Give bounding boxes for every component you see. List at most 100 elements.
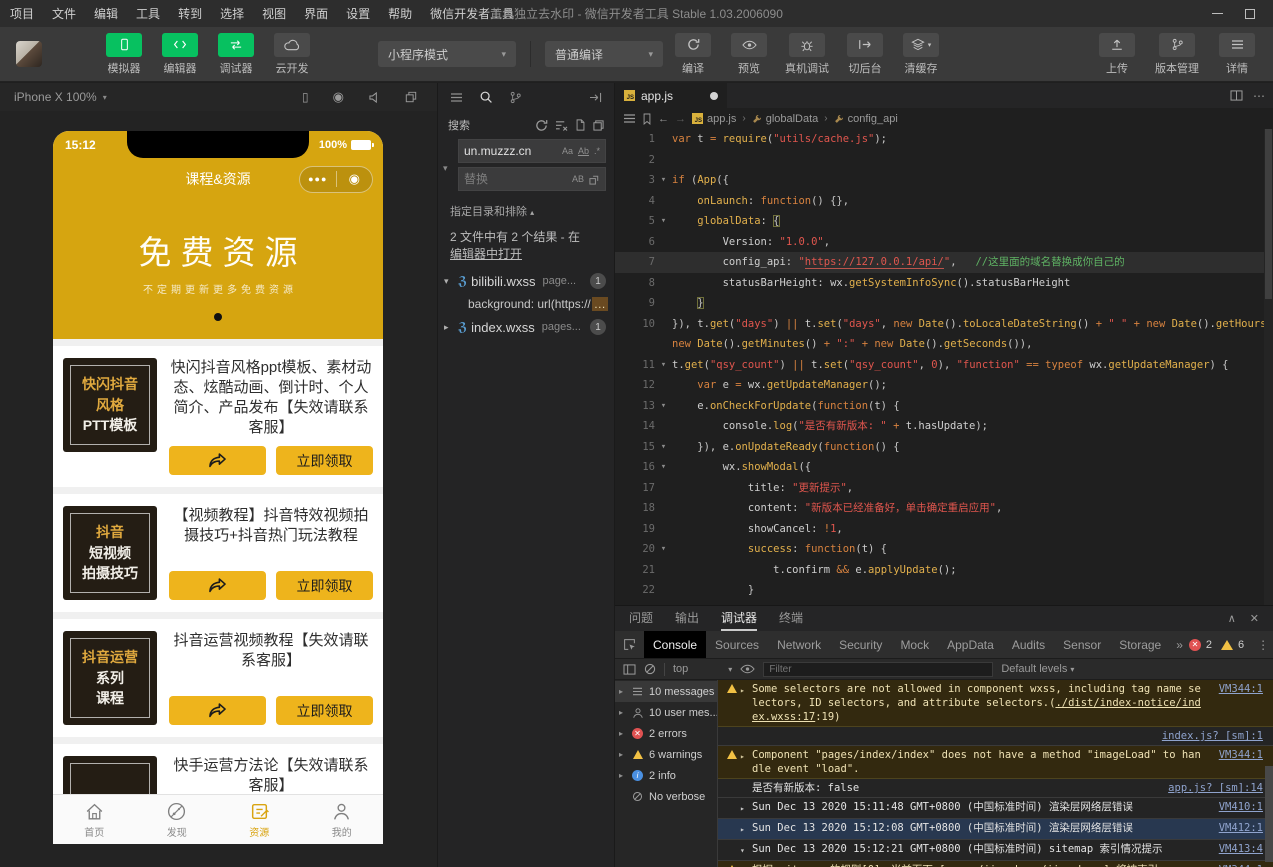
share-button[interactable] xyxy=(169,696,266,725)
debugger-tab[interactable]: 输出 xyxy=(675,606,699,631)
collapse-panel-icon[interactable] xyxy=(589,92,602,103)
console-filter-row[interactable]: ▸ i 2 info xyxy=(615,765,717,786)
menu-item[interactable]: 工具 xyxy=(136,5,160,22)
devtools-menu-icon[interactable]: ⋮ xyxy=(1253,638,1273,652)
toolbar-button-upload[interactable]: 上传 xyxy=(1097,32,1137,76)
menu-item[interactable]: 设置 xyxy=(346,5,370,22)
search-result-file[interactable]: ▸ ℨ index.wxss pages... 1 xyxy=(438,315,614,339)
claim-button[interactable]: 立即领取 xyxy=(276,696,373,725)
tabbar-item-compass[interactable]: 发现 xyxy=(136,795,219,844)
console-sidebar-toggle-icon[interactable] xyxy=(623,663,636,675)
context-select[interactable]: top ▾ xyxy=(673,663,732,675)
toolbar-button-layers[interactable]: ▾ 清缓存 xyxy=(901,32,941,76)
devtools-tab-console[interactable]: Console xyxy=(644,631,707,658)
record-icon[interactable]: ◉ xyxy=(333,89,344,105)
devtools-tab-audits[interactable]: Audits xyxy=(1003,631,1054,658)
tabbar-item-home[interactable]: 首页 xyxy=(53,795,136,844)
banner-carousel[interactable]: 免费资源 不定期更新更多免费资源 xyxy=(53,200,383,339)
search-match-line[interactable]: background: url(https://… xyxy=(438,293,614,315)
fold-chevron-icon[interactable]: ▾ xyxy=(655,170,672,191)
fold-chevron-icon[interactable]: ▾ xyxy=(655,396,672,417)
expand-arrow-icon[interactable]: ▸ xyxy=(740,748,752,764)
replace-input[interactable] xyxy=(464,172,572,186)
source-link[interactable]: VM412:1 xyxy=(1219,821,1263,835)
share-button[interactable] xyxy=(169,446,266,475)
breadcrumb-symbol[interactable]: globalData xyxy=(752,113,818,125)
devtools-tab-network[interactable]: Network xyxy=(768,631,830,658)
mute-icon[interactable] xyxy=(368,91,381,103)
tab-overflow-icon[interactable]: » xyxy=(1170,638,1189,652)
preserve-case-icon[interactable]: AB xyxy=(572,174,584,184)
menu-item[interactable]: 项目 xyxy=(10,5,34,22)
item-thumbnail[interactable]: 抖音运营 系列 课程 xyxy=(63,631,157,725)
git-branch-icon[interactable] xyxy=(509,91,522,104)
regex-icon[interactable]: .* xyxy=(594,146,600,156)
console-filter-row[interactable]: ▸ 10 user mes... xyxy=(615,702,717,723)
log-levels-select[interactable]: Default levels ▾ xyxy=(1001,663,1074,675)
chevron-right-icon[interactable]: ▸ xyxy=(619,729,626,738)
fold-chevron-icon[interactable]: ▾ xyxy=(655,355,672,376)
search-result-file[interactable]: ▾ ℨ bilibili.wxss page... 1 xyxy=(438,269,614,293)
tab-app-js[interactable]: JS app.js xyxy=(615,83,727,108)
chevron-right-icon[interactable]: ▸ xyxy=(619,771,626,780)
devtools-tab-sensor[interactable]: Sensor xyxy=(1054,631,1110,658)
console-filter-input[interactable] xyxy=(769,663,988,675)
code-editor[interactable]: 1 var t = require("utils/cache.js"); 2 3 ▾ if… xyxy=(615,129,1273,605)
menu-item[interactable]: 视图 xyxy=(262,5,286,22)
nav-forward-icon[interactable]: → xyxy=(675,113,686,125)
chevron-right-icon[interactable]: ▸ xyxy=(619,750,626,759)
more-actions-icon[interactable]: ⋯ xyxy=(1253,89,1265,103)
menu-item[interactable]: 微信开发者工具 xyxy=(430,5,514,22)
editor-scrollbar[interactable] xyxy=(1264,129,1273,605)
open-in-editor-link[interactable]: 编辑器中打开 xyxy=(450,247,522,261)
devtools-tab-appdata[interactable]: AppData xyxy=(938,631,1003,658)
console-message[interactable]: 是否有新版本: false app.js? [sm]:14 xyxy=(718,779,1273,798)
fold-chevron-icon[interactable]: ▾ xyxy=(655,457,672,478)
claim-button[interactable]: 立即领取 xyxy=(276,446,373,475)
chevron-right-icon[interactable]: ▸ xyxy=(619,708,626,717)
console-scrollbar[interactable] xyxy=(1265,766,1273,862)
item-thumbnail[interactable]: 快手运营 xyxy=(63,756,157,794)
fold-chevron-icon[interactable]: ▾ xyxy=(655,211,672,232)
bookmark-icon[interactable] xyxy=(642,113,652,125)
source-link[interactable]: VM344:1 xyxy=(1219,682,1263,696)
menu-item[interactable]: 帮助 xyxy=(388,5,412,22)
toolbar-button-bug[interactable]: 真机调试 xyxy=(785,32,829,76)
debugger-tab[interactable]: 调试器 xyxy=(721,606,758,631)
unsaved-dot-icon[interactable] xyxy=(710,91,718,100)
breadcrumb-symbol[interactable]: config_api xyxy=(834,113,898,125)
chevron-right-icon[interactable]: ▸ xyxy=(619,687,626,696)
menu-item[interactable]: 界面 xyxy=(304,5,328,22)
source-link[interactable]: VM410:1 xyxy=(1219,800,1263,814)
toolbar-button-tobg[interactable]: 切后台 xyxy=(845,32,885,76)
console-filter-row[interactable]: ▸ 10 messages xyxy=(615,681,717,702)
whole-word-icon[interactable]: Ab xyxy=(578,146,589,156)
nav-back-icon[interactable]: ← xyxy=(658,113,669,125)
search-input[interactable] xyxy=(464,144,562,158)
item-thumbnail[interactable]: 快闪抖音 风格 PTT模板 xyxy=(63,358,157,452)
search-icon[interactable] xyxy=(479,90,493,104)
console-message[interactable]: ▸ Component "pages/index/index" does not… xyxy=(718,746,1273,779)
expand-arrow-icon[interactable]: ▸ xyxy=(740,800,752,816)
source-link[interactable]: index.js? [sm]:1 xyxy=(1162,729,1263,743)
menu-item[interactable]: 选择 xyxy=(220,5,244,22)
source-link[interactable]: app.js? [sm]:14 xyxy=(1168,781,1263,795)
source-link[interactable]: VM344:1 xyxy=(1219,863,1263,867)
expand-arrow-icon[interactable]: ▸ xyxy=(740,821,752,837)
split-editor-icon[interactable] xyxy=(1230,90,1243,101)
menu-item[interactable]: 转到 xyxy=(178,5,202,22)
device-select[interactable]: iPhone X 100% ▾ xyxy=(14,90,107,104)
toggle-replace-icon[interactable]: ▾ xyxy=(443,163,448,174)
console-filter-row[interactable]: ▸ ✕ 2 errors xyxy=(615,723,717,744)
clear-console-icon[interactable] xyxy=(644,663,656,675)
devtools-tab-sources[interactable]: Sources xyxy=(706,631,768,658)
console-filter-row[interactable]: No verbose xyxy=(615,786,717,807)
debugger-tab[interactable]: 问题 xyxy=(629,606,653,631)
multi-window-icon[interactable] xyxy=(405,91,417,103)
clear-results-icon[interactable] xyxy=(555,120,568,131)
mode-select[interactable]: 小程序模式 ▾ xyxy=(378,41,516,67)
dir-filter-toggle[interactable]: 指定目录和排除 ▴ xyxy=(438,195,614,221)
devtools-tab-security[interactable]: Security xyxy=(830,631,891,658)
expand-all-icon[interactable] xyxy=(593,119,604,131)
console-message[interactable]: ▸ Sun Dec 13 2020 15:11:48 GMT+0800 (中国标… xyxy=(718,798,1273,819)
